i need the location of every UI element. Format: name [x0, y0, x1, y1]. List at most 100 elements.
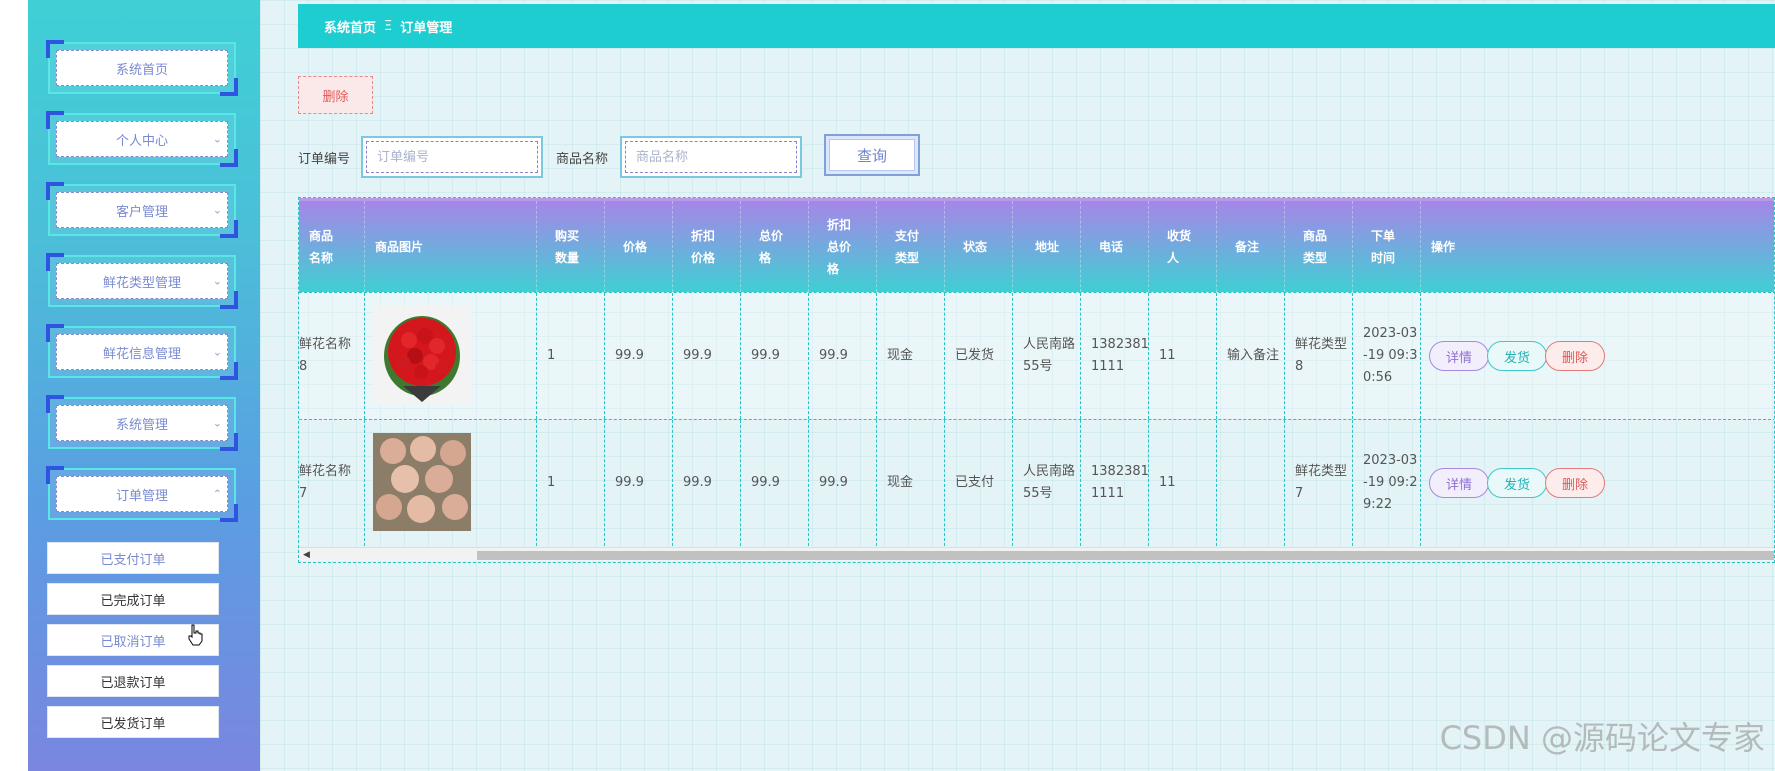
sidebar-item-label: 鲜花信息管理	[102, 346, 181, 362]
query-button-label: 查询	[829, 139, 915, 171]
cell-receiver: 11	[1149, 293, 1217, 419]
cell-time: 2023-03 -19 09:2 9:22	[1353, 420, 1421, 546]
col-header: 操作	[1431, 239, 1456, 254]
red-rose-bouquet-image	[373, 306, 471, 404]
cell-price: 99.9	[605, 420, 673, 546]
cell-category: 鲜花类型 8	[1285, 293, 1353, 419]
ship-button[interactable]: 发货	[1487, 341, 1547, 371]
query-button[interactable]: 查询	[824, 134, 920, 176]
cell-qty: 1	[537, 420, 605, 546]
cell-phone: 1382381 1111	[1081, 293, 1149, 419]
cell-address: 人民南路 55号	[1013, 420, 1081, 546]
cell-phone: 1382381 1111	[1081, 420, 1149, 546]
order-no-label: 订单编号	[298, 152, 351, 167]
sidebar-item-label: 订单管理	[115, 488, 168, 504]
sidebar-item-home[interactable]: 系统首页	[46, 40, 238, 96]
cell-address: 人民南路 55号	[1013, 293, 1081, 419]
sidebar-sub-completed-orders[interactable]: 已完成订单	[47, 583, 219, 615]
cell-qty: 1	[537, 293, 605, 419]
champagne-rose-bouquet-image	[373, 433, 471, 531]
col-header: 价格	[605, 201, 673, 292]
breadcrumb: 系统首页 Ξ 订单管理	[298, 4, 1775, 48]
sidebar-item-label: 系统管理	[115, 417, 168, 433]
orders-table: 商品 名称 商品图片 购买 数量 价格 折扣 价格 总价 格 折扣 总价 格 支…	[298, 197, 1775, 563]
col-header: 商品 名称	[299, 201, 365, 292]
sidebar-item-order-management[interactable]: 订单管理 ⌃	[46, 466, 238, 522]
chevron-down-icon: ⌄	[212, 274, 222, 288]
cell-price: 99.9	[605, 293, 673, 419]
col-header: 备注	[1217, 201, 1285, 292]
cell-pay-type: 现金	[877, 420, 945, 546]
main-content: 系统首页 Ξ 订单管理 删除 订单编号 商品名称 查询 商品 名称 商品图片 购…	[260, 0, 1775, 771]
chevron-up-icon: ⌃	[212, 487, 222, 501]
sidebar-item-label: 个人中心	[115, 133, 168, 149]
cell-time: 2023-03 -19 09:3 0:56	[1353, 293, 1421, 419]
cell-total: 99.9	[741, 293, 809, 419]
table-row[interactable]: 鲜花名称 8 1 99.9 99.9 99.9 99.9 现金 已发货 人民南路…	[299, 292, 1774, 419]
cell-name: 鲜花名称 8	[299, 293, 365, 419]
horizontal-scrollbar[interactable]: ◀	[299, 547, 1774, 561]
chevron-down-icon: ⌄	[212, 345, 222, 359]
cell-discount-total: 99.9	[809, 293, 877, 419]
batch-delete-button[interactable]: 删除	[298, 76, 373, 114]
col-header: 商品图片	[365, 201, 537, 292]
cell-discount-price: 99.9	[673, 293, 741, 419]
chevron-down-icon: ⌄	[212, 132, 222, 146]
cell-name: 鲜花名称 7	[299, 420, 365, 546]
scrollbar-thumb[interactable]	[477, 551, 1774, 560]
cell-discount-total: 99.9	[809, 420, 877, 546]
left-margin	[0, 0, 28, 771]
sidebar-sub-refunded-orders[interactable]: 已退款订单	[47, 665, 219, 697]
sidebar-item-customer-management[interactable]: 客户管理 ⌄	[46, 182, 238, 238]
sidebar-item-label: 鲜花类型管理	[102, 275, 181, 291]
cell-receiver: 11	[1149, 420, 1217, 546]
cell-status: 已发货	[945, 293, 1013, 419]
col-header: 状态	[945, 201, 1013, 292]
chevron-down-icon: ⌄	[212, 203, 222, 217]
sidebar-sub-shipped-orders[interactable]: 已发货订单	[47, 706, 219, 738]
col-header: 总价 格	[741, 201, 809, 292]
delete-button[interactable]: 删除	[1545, 468, 1605, 498]
col-header: 商品 类型	[1285, 201, 1353, 292]
detail-button[interactable]: 详情	[1429, 341, 1489, 371]
delete-button[interactable]: 删除	[1545, 341, 1605, 371]
col-header: 下单 时间	[1353, 201, 1421, 292]
breadcrumb-home[interactable]: 系统首页	[324, 17, 376, 36]
chevron-down-icon: ⌄	[212, 416, 222, 430]
order-no-input-wrap	[361, 136, 543, 178]
cell-status: 已支付	[945, 420, 1013, 546]
order-no-input[interactable]	[366, 141, 538, 173]
breadcrumb-current: 订单管理	[400, 20, 453, 36]
col-header: 地址	[1013, 201, 1081, 292]
table-row[interactable]: 鲜花名称 7 1 99.9 99.9 99.9 99.9 现金 已支付 人民南路…	[299, 419, 1774, 546]
cell-total: 99.9	[741, 420, 809, 546]
table-header: 商品 名称 商品图片 购买 数量 价格 折扣 价格 总价 格 折扣 总价 格 支…	[299, 198, 1774, 292]
cell-remark: 输入备注	[1217, 293, 1285, 419]
product-name-label: 商品名称	[556, 152, 609, 167]
col-header: 收货 人	[1149, 201, 1217, 292]
cell-pay-type: 现金	[877, 293, 945, 419]
col-header: 电话	[1081, 201, 1149, 292]
product-name-input[interactable]	[625, 141, 797, 173]
hand-cursor-icon	[188, 624, 203, 646]
sidebar-item-system-management[interactable]: 系统管理 ⌄	[46, 395, 238, 451]
col-header: 支付 类型	[877, 201, 945, 292]
breadcrumb-separator-icon: Ξ	[384, 18, 393, 34]
col-header: 购买 数量	[537, 201, 605, 292]
sidebar-item-label: 客户管理	[115, 204, 168, 220]
product-name-input-wrap	[620, 136, 802, 178]
sidebar-item-flower-type-management[interactable]: 鲜花类型管理 ⌄	[46, 253, 238, 309]
col-header: 折扣 总价 格	[809, 201, 877, 292]
sidebar-item-flower-info-management[interactable]: 鲜花信息管理 ⌄	[46, 324, 238, 380]
sidebar: 系统首页 个人中心 ⌄ 客户管理 ⌄ 鲜花类型管理 ⌄ 鲜花信息管理 ⌄ 系统管…	[28, 0, 260, 771]
sidebar-item-label: 系统首页	[115, 62, 168, 78]
sidebar-sub-paid-orders[interactable]: 已支付订单	[47, 542, 219, 574]
scroll-left-arrow-icon[interactable]: ◀	[303, 550, 310, 560]
ship-button[interactable]: 发货	[1487, 468, 1547, 498]
cell-remark	[1217, 420, 1285, 546]
col-header: 折扣 价格	[673, 201, 741, 292]
detail-button[interactable]: 详情	[1429, 468, 1489, 498]
watermark: CSDN @源码论文专家	[1439, 719, 1765, 757]
cell-category: 鲜花类型 7	[1285, 420, 1353, 546]
sidebar-item-personal-center[interactable]: 个人中心 ⌄	[46, 111, 238, 167]
